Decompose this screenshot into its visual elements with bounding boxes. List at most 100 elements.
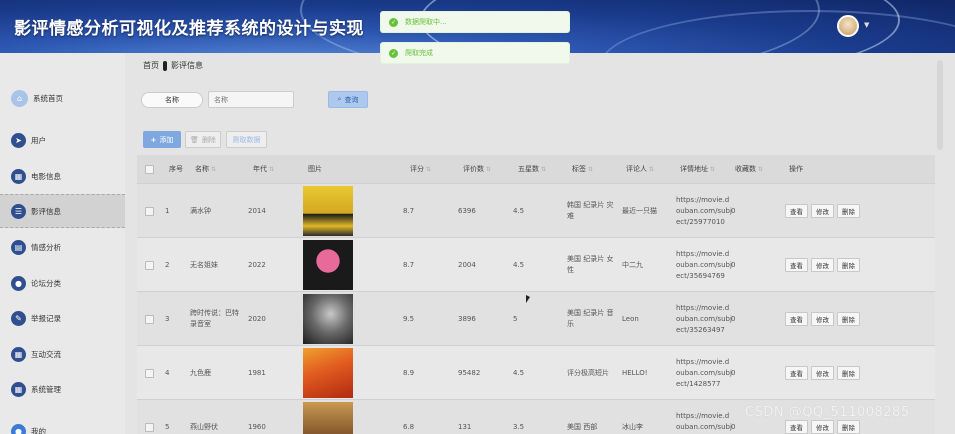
- user-circle-icon: ●: [11, 423, 26, 434]
- cell-reviewer: Leon: [622, 314, 639, 323]
- sort-icon: ⇅: [211, 165, 217, 173]
- cell-url[interactable]: https://movie.douban.com/subject/3569476…: [676, 238, 732, 292]
- row-delete-button[interactable]: 删除: [837, 312, 860, 326]
- movie-poster: [303, 240, 353, 290]
- cell-favorites: 0: [731, 206, 736, 215]
- sidebar-item-label: 举报记录: [31, 313, 61, 323]
- col-image: 图片: [308, 165, 322, 173]
- edit-button[interactable]: 修改: [811, 366, 834, 380]
- cell-reviewer: HELLO!: [622, 368, 648, 377]
- view-button[interactable]: 查看: [785, 366, 808, 380]
- select-all-checkbox[interactable]: [145, 164, 154, 174]
- edit-button[interactable]: 修改: [811, 258, 834, 272]
- sort-icon: ⇅: [426, 165, 432, 173]
- sidebar-item-reports[interactable]: ✎ 举报记录: [0, 301, 125, 335]
- crawl-button[interactable]: 爬取数据: [226, 131, 267, 148]
- row-checkbox[interactable]: [145, 368, 154, 378]
- col-score[interactable]: 评分 ⇅: [410, 155, 431, 183]
- row-delete-button[interactable]: 删除: [837, 204, 860, 218]
- col-favorites[interactable]: 收藏数 ⇅: [735, 155, 763, 183]
- sidebar-item-mine[interactable]: ● 我的: [0, 414, 125, 434]
- sidebar-item-movies[interactable]: ▦ 电影信息: [0, 159, 125, 193]
- delete-button-label: 删除: [201, 135, 216, 144]
- col-index: 序号: [169, 165, 183, 173]
- view-button[interactable]: 查看: [785, 204, 808, 218]
- cell-url[interactable]: https://movie.douban.com/subject/336370: [676, 400, 732, 434]
- cell-url[interactable]: https://movie.douban.com/subject/1428577: [676, 346, 732, 400]
- cell-score: 8.9: [403, 368, 415, 377]
- cell-favorites: 0: [731, 314, 736, 323]
- col-url[interactable]: 详情地址 ⇅: [680, 155, 715, 183]
- sidebar-item-interaction[interactable]: ▦ 互动交流: [0, 337, 125, 371]
- search-input[interactable]: [208, 91, 294, 108]
- sidebar-item-label: 系统首页: [33, 93, 63, 103]
- toast-text: 爬取完成: [405, 49, 433, 57]
- scrollbar[interactable]: [937, 60, 943, 150]
- movie-poster: [303, 402, 353, 434]
- cell-url[interactable]: https://movie.douban.com/subject/2597701…: [676, 184, 732, 238]
- row-checkbox[interactable]: [145, 422, 154, 432]
- col-year[interactable]: 年代 ⇅: [253, 155, 274, 183]
- list-icon: ☰: [11, 203, 26, 219]
- add-button[interactable]: + 添加: [143, 131, 181, 148]
- cell-five-star: 4.5: [513, 206, 525, 215]
- edit-button[interactable]: 修改: [811, 312, 834, 326]
- view-button[interactable]: 查看: [785, 258, 808, 272]
- add-button-label: 添加: [159, 135, 174, 144]
- sidebar-item-sentiment[interactable]: ▤ 情感分析: [0, 230, 125, 264]
- app-title: 影评情感分析可视化及推荐系统的设计与实现: [14, 19, 364, 39]
- plus-icon: +: [150, 135, 157, 144]
- row-checkbox[interactable]: [145, 314, 154, 324]
- col-actions: 操作: [789, 165, 803, 173]
- check-circle-icon: ✓: [389, 17, 398, 27]
- breadcrumb-current: 影评信息: [171, 61, 203, 70]
- user-avatar[interactable]: [837, 15, 859, 37]
- row-delete-button[interactable]: 删除: [837, 258, 860, 272]
- cell-tags: 评分极高短片: [567, 368, 609, 377]
- breadcrumb: 首页 影评信息: [143, 60, 203, 71]
- grid-icon: ▦: [11, 168, 26, 184]
- row-delete-button[interactable]: 删除: [837, 366, 860, 380]
- col-reviews[interactable]: 评价数 ⇅: [463, 155, 491, 183]
- cell-score: 8.7: [403, 260, 415, 269]
- sidebar: ⌂ 系统首页 ➤ 用户 ▦ 电影信息 ☰ 影评信息 ▤ 情感分析 ● 论坛分类 …: [0, 53, 125, 434]
- sidebar-item-system[interactable]: ▦ 系统管理: [0, 372, 125, 406]
- delete-button[interactable]: 🗑 删除: [185, 131, 221, 148]
- movie-poster: [303, 294, 353, 344]
- send-icon: ➤: [11, 132, 26, 148]
- cell-url[interactable]: https://movie.douban.com/subject/3526349…: [676, 292, 732, 346]
- cell-five-star: 4.5: [513, 368, 525, 377]
- col-reviewer[interactable]: 评论人 ⇅: [626, 155, 654, 183]
- toast-complete: ✓ 爬取完成: [380, 42, 570, 64]
- movie-poster: [303, 186, 353, 236]
- sort-icon: ⇅: [758, 165, 764, 173]
- search-button[interactable]: ⌕ 查询: [328, 91, 368, 108]
- view-button[interactable]: 查看: [785, 420, 808, 434]
- row-checkbox[interactable]: [145, 206, 154, 216]
- breadcrumb-separator: [163, 60, 167, 71]
- breadcrumb-home[interactable]: 首页: [143, 60, 159, 71]
- cell-year: 1981: [248, 368, 266, 377]
- edit-button[interactable]: 修改: [811, 204, 834, 218]
- sidebar-item-home[interactable]: ⌂ 系统首页: [0, 81, 125, 115]
- cell-five-star: 3.5: [513, 422, 525, 431]
- sidebar-item-reviews[interactable]: ☰ 影评信息: [0, 194, 125, 228]
- cell-reviews: 6396: [458, 206, 476, 215]
- cell-favorites: 0: [731, 422, 736, 431]
- sidebar-item-label: 用户: [31, 135, 46, 145]
- cell-tags: 美国 纪录片 女性: [567, 255, 614, 274]
- trash-icon: 🗑: [190, 135, 199, 144]
- sidebar-item-forum-category[interactable]: ● 论坛分类: [0, 266, 125, 300]
- col-five-star[interactable]: 五星数 ⇅: [518, 155, 546, 183]
- col-name[interactable]: 名称 ⇅: [195, 155, 216, 183]
- sidebar-item-label: 互动交流: [31, 349, 61, 359]
- col-tags[interactable]: 标签 ⇅: [572, 155, 593, 183]
- row-delete-button[interactable]: 删除: [837, 420, 860, 434]
- sort-icon: ⇅: [269, 165, 275, 173]
- row-checkbox[interactable]: [145, 260, 154, 270]
- sidebar-item-users[interactable]: ➤ 用户: [0, 123, 125, 157]
- cell-reviewer: 中二九: [622, 260, 643, 269]
- view-button[interactable]: 查看: [785, 312, 808, 326]
- edit-button[interactable]: 修改: [811, 420, 834, 434]
- chevron-down-icon[interactable]: ▼: [864, 21, 869, 29]
